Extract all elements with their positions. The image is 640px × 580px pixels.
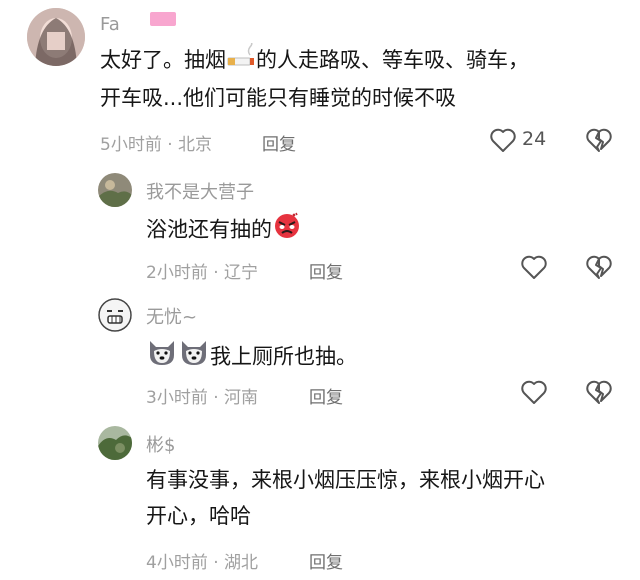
username[interactable]: 彬$ — [146, 431, 175, 457]
avatar[interactable] — [98, 426, 132, 460]
username[interactable]: 我不是大营子 — [146, 178, 254, 204]
broken-heart-icon[interactable] — [585, 379, 613, 405]
husky-dog-emoji — [178, 337, 210, 378]
reply-button[interactable]: 回复 — [309, 383, 343, 408]
comment-meta: 3小时前 · 河南 — [146, 388, 259, 408]
avatar[interactable] — [98, 173, 132, 207]
comment-text: 我上厕所也抽。 — [146, 337, 357, 378]
heart-outline-icon[interactable] — [520, 254, 548, 280]
husky-dog-emoji — [146, 337, 178, 378]
heart-outline-icon[interactable] — [520, 379, 548, 405]
avatar[interactable] — [27, 8, 85, 66]
broken-heart-icon[interactable] — [585, 127, 613, 153]
username[interactable]: Fa — [100, 14, 120, 35]
comment-item: 我不是大营子 浴池还有抽的 2小时前 · 辽宁 回复 — [0, 165, 640, 290]
reply-button[interactable]: 回复 — [309, 258, 343, 283]
reply-button[interactable]: 回复 — [309, 548, 343, 573]
heart-outline-icon[interactable] — [489, 127, 517, 153]
broken-heart-icon[interactable] — [585, 254, 613, 280]
angry-face-emoji — [272, 210, 302, 251]
comment-meta: 2小时前 · 辽宁 — [146, 263, 259, 283]
comment-meta: 4小时前 · 湖北 — [146, 553, 259, 573]
avatar[interactable] — [98, 298, 132, 332]
comment-text: 浴池还有抽的 — [146, 210, 302, 251]
comment-text: 太好了。抽烟 的人走路吸、等车吸、骑车， 开车吸...他们可能只有睡觉的时候不吸 — [100, 40, 620, 116]
reply-button[interactable]: 回复 — [262, 130, 296, 155]
comment-item: 无忧~ 我上厕所也抽。 3小时前 · 河南 回复 — [0, 290, 640, 420]
username-redaction — [150, 12, 176, 26]
comment-item: Fa 太好了。抽烟 的人走路吸、等车吸、骑车， 开车吸...他们可能只有睡觉的时… — [0, 0, 640, 165]
comment-item: 彬$ 有事没事，来根小烟压压惊，来根小烟开心 开心，哈哈 4小时前 · 湖北 回… — [0, 420, 640, 580]
cigarette-emoji — [226, 40, 256, 80]
like-count: 24 — [522, 128, 547, 150]
comment-text: 有事没事，来根小烟压压惊，来根小烟开心 开心，哈哈 — [146, 468, 545, 528]
comment-meta: 5小时前 · 北京 — [100, 135, 213, 155]
username[interactable]: 无忧~ — [146, 303, 197, 329]
